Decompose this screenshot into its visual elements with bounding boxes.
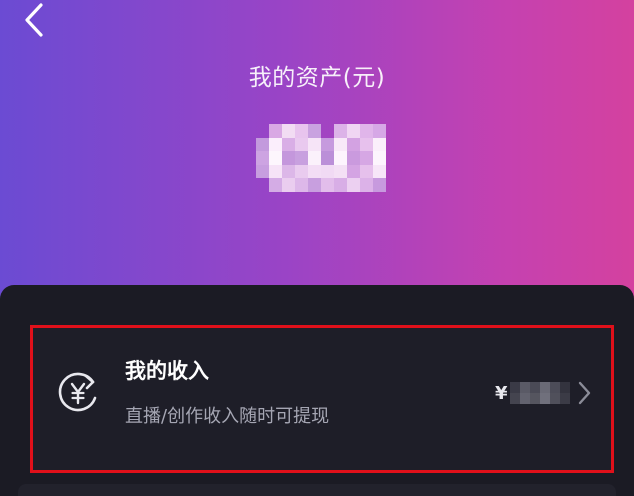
assets-title: 我的资产(元): [248, 65, 386, 91]
assets-screen: 我的资产(元) 0.00: [0, 0, 634, 496]
income-title: 我的收入: [125, 359, 209, 383]
assets-header: 我的资产(元) 0.00: [0, 0, 634, 300]
chevron-right-icon: [578, 381, 591, 405]
pixelated-amount-mask: [509, 382, 570, 404]
yen-refresh-icon: [58, 372, 97, 412]
my-income-row[interactable]: 我的收入 直播/创作收入随时可提现 ¥: [30, 325, 614, 473]
assets-value-masked: 0.00: [256, 124, 386, 192]
next-row-edge: [18, 484, 616, 496]
pixelated-mask: [256, 124, 386, 192]
income-amount: ¥: [495, 378, 570, 408]
currency-symbol: ¥: [495, 382, 508, 404]
income-subtitle: 直播/创作收入随时可提现: [125, 406, 330, 427]
chevron-left-icon: [25, 3, 43, 37]
back-button[interactable]: [14, 0, 54, 40]
